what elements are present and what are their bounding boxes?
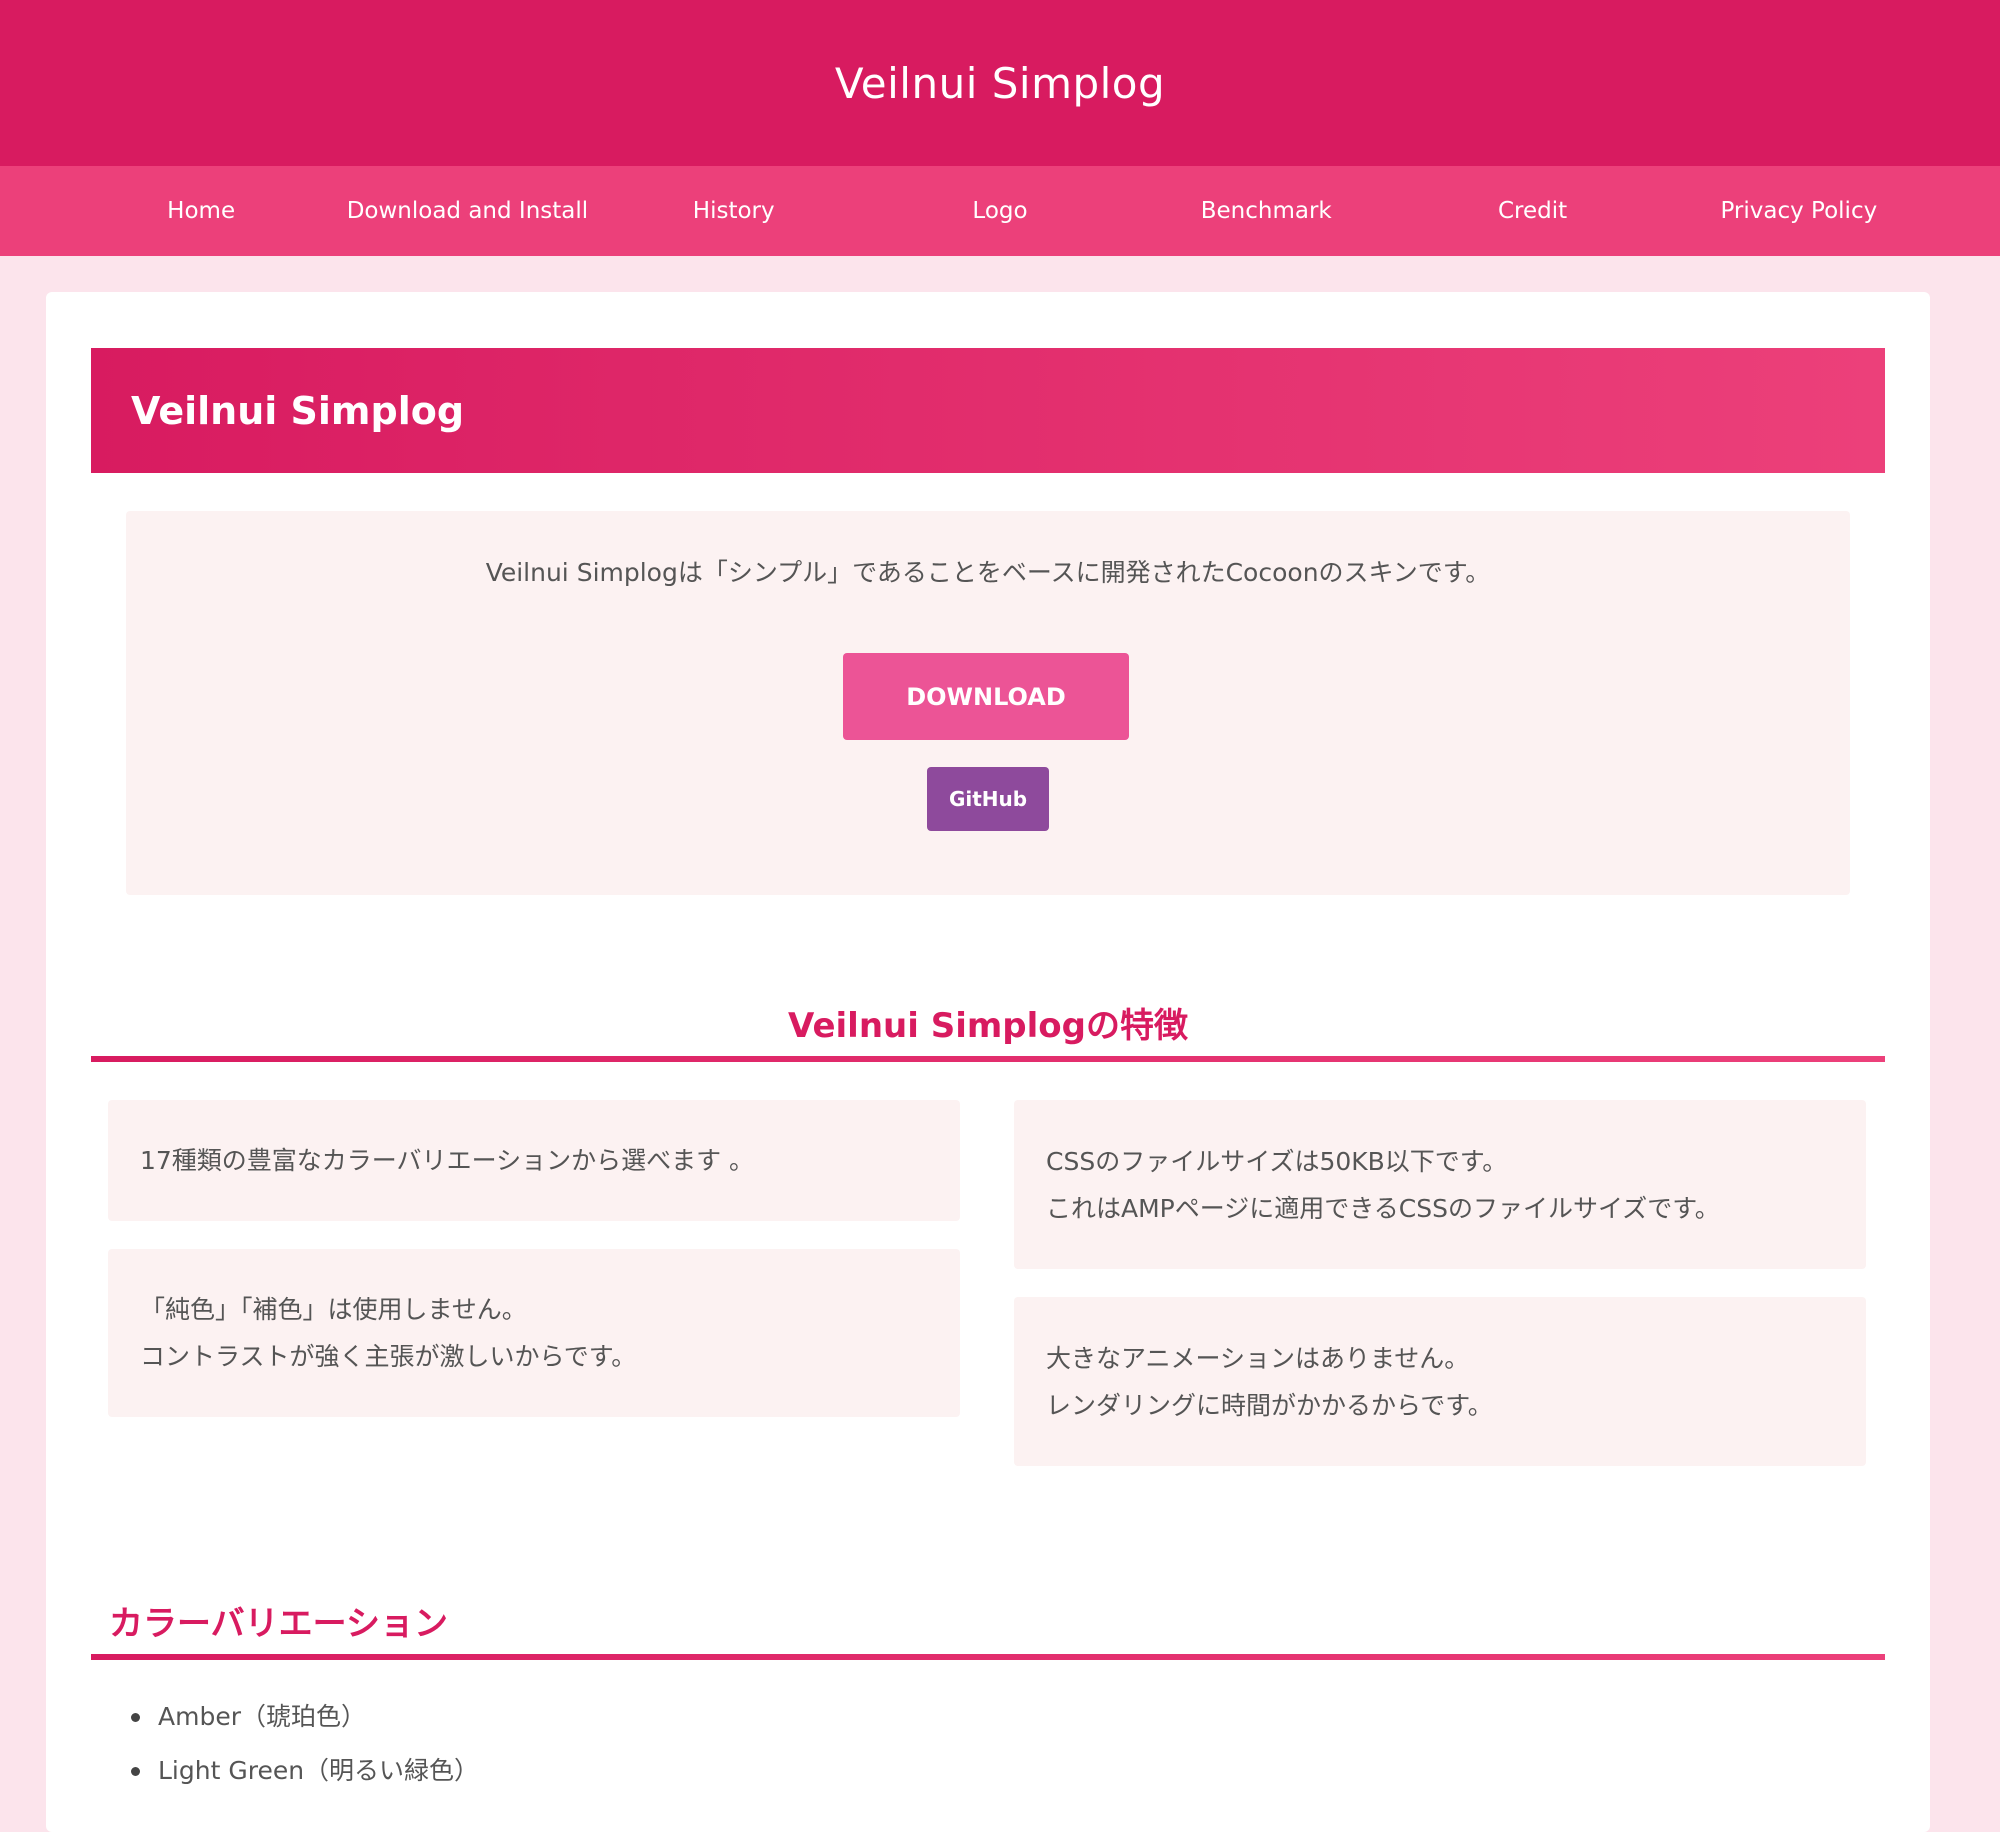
- hero-title: Veilnui Simplog: [131, 388, 465, 433]
- nav-item-privacy-policy[interactable]: Privacy Policy: [1666, 198, 1932, 224]
- feature-box-no-animation: 大きなアニメーションはありません。 レンダリングに時間がかかるからです。: [1014, 1297, 1866, 1466]
- hero-heading: Veilnui Simplog: [91, 348, 1885, 473]
- list-item: Amber（琥珀色）: [131, 1690, 479, 1744]
- colors-heading-rule: [91, 1654, 1885, 1660]
- feature-box-no-pure-colors: 「純色」「補色」は使用しません。 コントラストが強く主張が激しいからです。: [108, 1249, 960, 1417]
- feature-line: コントラストが強く主張が激しいからです。: [140, 1342, 637, 1371]
- feature-line: 17種類の豊富なカラーバリエーションから選べます 。: [140, 1146, 755, 1175]
- intro-text: Veilnui Simplogは「シンプル」であることをベースに開発されたCoc…: [485, 558, 1491, 587]
- feature-line: CSSのファイルサイズは50KB以下です。: [1046, 1146, 1508, 1176]
- intro-box: Veilnui Simplogは「シンプル」であることをベースに開発されたCoc…: [126, 511, 1850, 895]
- feature-box-color-variations: 17種類の豊富なカラーバリエーションから選べます 。: [108, 1100, 960, 1221]
- feature-line: 「純色」「補色」は使用しません。: [140, 1295, 527, 1324]
- nav-item-benchmark[interactable]: Benchmark: [1133, 198, 1399, 224]
- site-title[interactable]: Veilnui Simplog: [835, 59, 1165, 108]
- list-item: Light Green（明るい緑色）: [131, 1744, 479, 1798]
- colors-heading: カラーバリエーション: [91, 1596, 1885, 1660]
- feature-line: レンダリングに時間がかかるからです。: [1046, 1390, 1493, 1420]
- global-nav: Home Download and Install History Logo B…: [0, 166, 2000, 256]
- feature-box-css-size: CSSのファイルサイズは50KB以下です。 これはAMPページに適用できるCSS…: [1014, 1100, 1866, 1269]
- content-card: Veilnui Simplog Veilnui Simplogは「シンプル」であ…: [46, 292, 1930, 1832]
- bullet-icon: [131, 1766, 140, 1776]
- feature-line: 大きなアニメーションはありません。: [1046, 1343, 1470, 1373]
- nav-item-download-and-install[interactable]: Download and Install: [334, 198, 600, 224]
- color-list: Amber（琥珀色） Light Green（明るい緑色）: [131, 1690, 479, 1798]
- nav-item-credit[interactable]: Credit: [1399, 198, 1665, 224]
- features-heading-text: Veilnui Simplogの特徴: [788, 1006, 1188, 1046]
- feature-line: これはAMPページに適用できるCSSのファイルサイズです。: [1046, 1193, 1720, 1223]
- github-button[interactable]: GitHub: [927, 767, 1049, 831]
- nav-item-home[interactable]: Home: [68, 198, 334, 224]
- colors-heading-text: カラーバリエーション: [109, 1604, 448, 1644]
- nav-item-logo[interactable]: Logo: [867, 198, 1133, 224]
- features-heading-rule: [91, 1056, 1885, 1062]
- bullet-icon: [131, 1712, 140, 1722]
- features-heading: Veilnui Simplogの特徴: [91, 998, 1885, 1062]
- download-button[interactable]: DOWNLOAD: [843, 653, 1129, 740]
- color-name: Light Green（明るい緑色）: [158, 1756, 480, 1785]
- nav-item-history[interactable]: History: [601, 198, 867, 224]
- color-name: Amber（琥珀色）: [158, 1702, 366, 1731]
- site-header: Veilnui Simplog: [0, 0, 2000, 166]
